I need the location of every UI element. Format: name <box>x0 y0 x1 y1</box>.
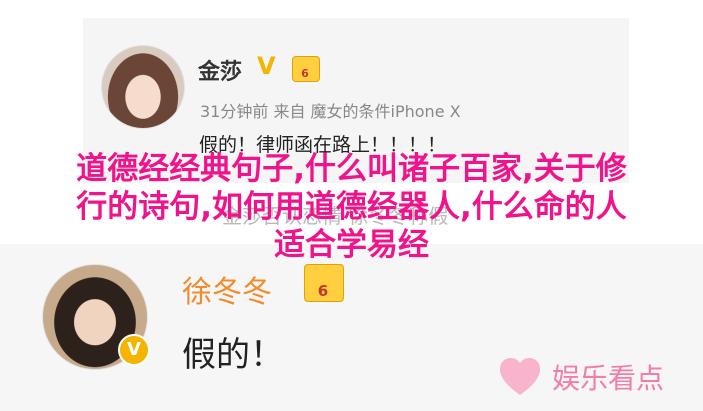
headline-overlay: 道德经经典句子,什么叫诸子百家,关于修 行的诗句,如何用道德经器人,什么命的人 … <box>0 150 703 264</box>
member-level: 6 <box>317 282 329 300</box>
member-level: 6 <box>301 67 309 80</box>
post-meta: 31分钟前 来自 魔女的条件iPhone X <box>200 102 461 121</box>
heart-logo-icon <box>496 353 544 401</box>
member-crown-icon: 6 <box>292 56 320 82</box>
avatar[interactable] <box>101 45 185 129</box>
username[interactable]: 徐冬冬 <box>182 267 272 311</box>
watermark-text: 娱乐看点 <box>552 362 665 395</box>
headline-line-2: 行的诗句,如何用道德经器人,什么命的人 <box>76 189 627 225</box>
watermark: 娱乐看点 <box>496 353 664 401</box>
headline-line-1: 道德经经典句子,什么叫诸子百家,关于修 <box>76 151 627 187</box>
verified-badge-icon: V <box>118 334 150 366</box>
username[interactable]: 金莎 <box>198 54 242 86</box>
headline-line-3: 适合学易经 <box>274 227 429 263</box>
post-text: 假的！ <box>182 335 284 375</box>
member-crown-icon: 6 <box>304 264 344 302</box>
verified-icon: V <box>257 52 276 80</box>
